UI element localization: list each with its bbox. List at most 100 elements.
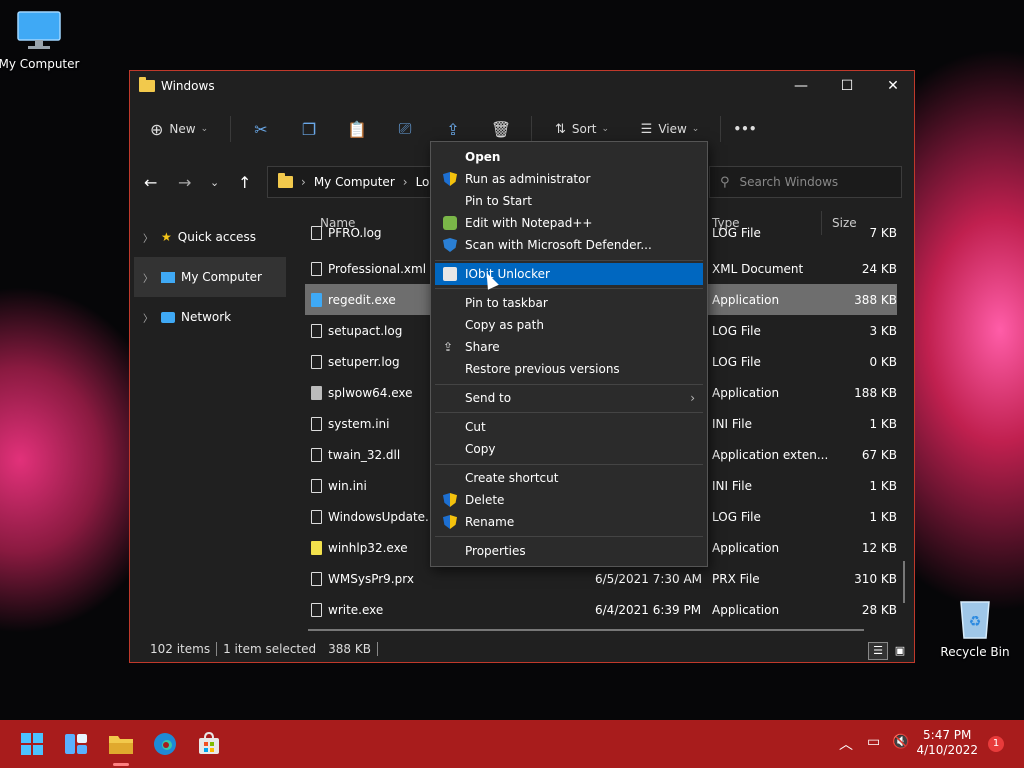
folder-icon xyxy=(139,77,155,92)
menu-item-pin-to-taskbar[interactable]: Pin to taskbar xyxy=(435,292,703,314)
menu-item-copy[interactable]: Copy xyxy=(435,438,703,460)
desktop-icon-recycle-bin[interactable]: ♻ Recycle Bin xyxy=(933,596,1017,659)
file-name: setuperr.log xyxy=(328,354,400,369)
file-size: 28 KB xyxy=(861,602,897,617)
menu-item-run-as-admin[interactable]: Run as administrator xyxy=(435,168,703,190)
forward-icon[interactable]: → xyxy=(178,173,191,192)
menu-item-restore-previous-versions[interactable]: Restore previous versions xyxy=(435,358,703,380)
address-bar[interactable]: › My Computer › Loc xyxy=(267,166,437,198)
chevron-right-icon[interactable]: 〉 xyxy=(143,230,161,245)
chevron-right-icon[interactable]: 〉 xyxy=(143,270,161,285)
scissors-icon: ✂ xyxy=(254,119,268,139)
store-taskbar-button[interactable] xyxy=(193,728,225,760)
file-name: win.ini xyxy=(328,478,367,493)
copy-button[interactable]: ❐ xyxy=(285,113,333,145)
file-size: 0 KB xyxy=(869,354,897,369)
sort-label: Sort xyxy=(571,122,597,136)
cut-button[interactable]: ✂ xyxy=(237,113,285,145)
menu-item-label: Share xyxy=(465,340,500,354)
menu-item-cut[interactable]: Cut xyxy=(435,416,703,438)
file-name: Professional.xml xyxy=(328,261,427,276)
breadcrumb-my-computer[interactable]: My Computer xyxy=(314,175,395,189)
menu-item-label: Send to xyxy=(465,391,512,405)
menu-item-send-to[interactable]: Send to › xyxy=(435,387,703,409)
search-input[interactable]: ⚲ Search Windows xyxy=(709,166,902,198)
uac-shield-icon xyxy=(443,515,457,529)
file-icon xyxy=(311,447,322,462)
details-view-icon[interactable]: ☰ xyxy=(868,642,888,660)
maximize-button[interactable]: ☐ xyxy=(824,71,870,101)
notification-badge[interactable]: 1 xyxy=(988,736,1004,752)
start-button[interactable] xyxy=(16,728,48,760)
volume-muted-icon[interactable]: 🔇 xyxy=(892,734,909,750)
widgets-button[interactable] xyxy=(60,728,92,760)
file-size: 310 KB xyxy=(854,571,897,586)
file-icon xyxy=(311,226,322,240)
file-type: Application xyxy=(712,602,780,617)
system-clock[interactable]: 5:47 PM 4/10/2022 xyxy=(916,728,978,758)
file-size: 188 KB xyxy=(854,385,897,400)
file-name: winhlp32.exe xyxy=(328,540,408,555)
sidebar-item-my-computer[interactable]: 〉 My Computer xyxy=(134,257,286,297)
menu-item-rename[interactable]: Rename xyxy=(435,511,703,533)
file-icon xyxy=(311,354,322,369)
menu-item-share[interactable]: ⇪ Share xyxy=(435,336,703,358)
menu-divider xyxy=(435,536,703,537)
table-row[interactable]: WMSysPr9.prx 6/5/2021 7:30 AM PRX File 310 … xyxy=(305,563,897,594)
menu-item-label: Run as administrator xyxy=(465,172,591,186)
menu-divider xyxy=(435,464,703,465)
network-status-icon[interactable]: ▭ xyxy=(867,734,880,750)
sidebar-item-network[interactable]: 〉 Network xyxy=(130,297,290,337)
show-hidden-icons-chevron-up-icon[interactable]: ︿ xyxy=(839,734,853,754)
file-type: INI File xyxy=(712,478,752,493)
clock-time: 5:47 PM xyxy=(923,728,972,742)
menu-item-edit-notepad[interactable]: Edit with Notepad++ xyxy=(435,212,703,234)
paste-button[interactable]: 📋 xyxy=(333,113,381,145)
tiles-view-icon[interactable]: ▣ xyxy=(891,642,909,660)
table-row[interactable]: write.exe 6/4/2021 6:39 PM Application 28 K… xyxy=(305,594,897,625)
file-name: splwow64.exe xyxy=(328,385,413,400)
file-name: setupact.log xyxy=(328,323,403,338)
menu-item-copy-as-path[interactable]: Copy as path xyxy=(435,314,703,336)
trash-icon: 🗑 xyxy=(490,119,512,139)
see-more-button[interactable]: ••• xyxy=(727,113,763,145)
new-button[interactable]: ⊕ New ⌄ xyxy=(144,113,224,145)
more-icon: ••• xyxy=(733,122,757,136)
menu-item-properties[interactable]: Properties xyxy=(435,540,703,562)
close-button[interactable]: ✕ xyxy=(870,71,916,101)
toolbar-divider xyxy=(531,116,532,142)
sidebar-item-quick-access[interactable]: 〉 ★ Quick access xyxy=(130,217,290,257)
file-name: write.exe xyxy=(328,602,384,617)
menu-item-iobit-unlocker[interactable]: IObit Unlocker xyxy=(435,263,703,285)
menu-item-label: IObit Unlocker xyxy=(465,267,550,281)
microsoft-store-icon xyxy=(199,732,219,754)
recent-locations-icon[interactable]: ⌄ xyxy=(210,176,219,189)
file-icon xyxy=(311,385,322,400)
menu-item-label: Rename xyxy=(465,515,515,529)
menu-item-pin-to-start[interactable]: Pin to Start xyxy=(435,190,703,212)
rename-button[interactable]: ⎚ xyxy=(381,113,429,145)
breadcrumb-chevron-icon: › xyxy=(301,175,306,189)
menu-item-delete[interactable]: Delete xyxy=(435,489,703,511)
toolbar-divider xyxy=(720,116,721,142)
sidebar-item-label: Network xyxy=(181,310,232,324)
desktop-icon-my-computer[interactable]: My Computer xyxy=(0,10,81,71)
menu-divider xyxy=(435,384,703,385)
chevron-right-icon[interactable]: 〉 xyxy=(143,310,161,325)
edge-taskbar-button[interactable] xyxy=(149,728,181,760)
copy-icon: ❐ xyxy=(301,119,317,139)
horizontal-scrollbar[interactable] xyxy=(308,629,864,631)
menu-item-create-shortcut[interactable]: Create shortcut xyxy=(435,467,703,489)
taskbar: ︿ ▭ 🔇 5:47 PM 4/10/2022 1 xyxy=(0,720,1024,768)
file-explorer-taskbar-button[interactable] xyxy=(105,728,137,766)
sidebar-item-label: My Computer xyxy=(181,270,262,284)
vertical-scrollbar[interactable] xyxy=(903,561,905,603)
folder-icon xyxy=(278,173,294,188)
menu-item-scan-defender[interactable]: Scan with Microsoft Defender... xyxy=(435,234,703,256)
file-icon xyxy=(311,292,322,307)
minimize-button[interactable]: — xyxy=(778,71,824,101)
back-icon[interactable]: ← xyxy=(144,173,157,192)
menu-item-open[interactable]: Open xyxy=(435,146,703,168)
up-icon[interactable]: ↑ xyxy=(238,173,251,192)
title-bar[interactable]: Windows — ☐ ✕ xyxy=(130,71,914,101)
